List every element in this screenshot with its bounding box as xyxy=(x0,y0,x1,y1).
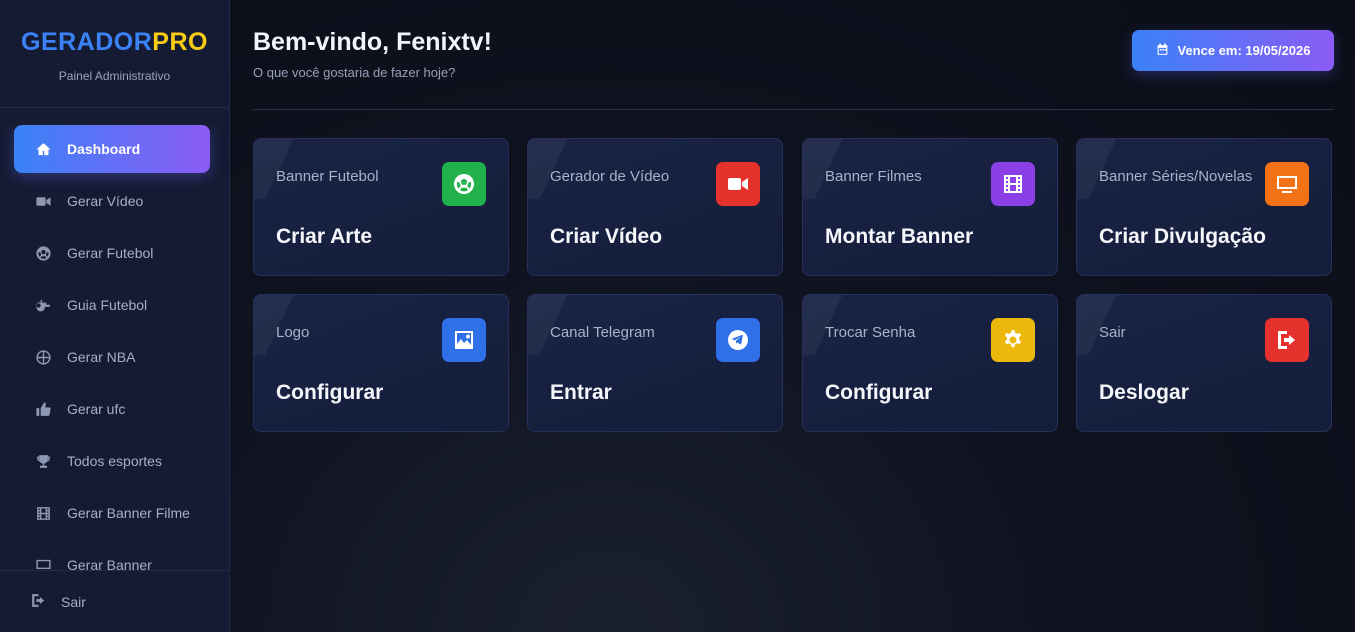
card-action: Configurar xyxy=(276,381,384,404)
video-camera-icon xyxy=(34,192,52,210)
home-icon xyxy=(34,140,52,158)
whistle-icon xyxy=(34,296,52,314)
main-content: Bem-vindo, Fenixtv! O que você gostaria … xyxy=(253,0,1334,432)
sidebar-logout-button[interactable]: Sair xyxy=(0,570,229,632)
card-gerador-de-v-deo[interactable]: Gerador de Vídeo Criar Vídeo xyxy=(527,138,783,276)
card-action: Criar Divulgação xyxy=(1099,225,1266,248)
card-banner-s-ries-novelas[interactable]: Banner Séries/Novelas Criar Divulgação xyxy=(1076,138,1332,276)
gear-icon xyxy=(991,318,1035,362)
card-action: Entrar xyxy=(550,381,612,404)
brand-logo-part1: GERADOR xyxy=(21,28,153,56)
sidebar-item-label: Dashboard xyxy=(67,141,141,157)
page-subtitle: O que você gostaria de fazer hoje? xyxy=(253,65,456,80)
sidebar-item-label: Gerar Futebol xyxy=(67,245,154,261)
brand-logo-part2: PRO xyxy=(152,28,208,56)
basketball-icon xyxy=(34,348,52,366)
thumbs-up-icon xyxy=(34,400,52,418)
card-action: Criar Arte xyxy=(276,225,373,248)
tv-icon xyxy=(34,556,52,570)
card-action: Configurar xyxy=(825,381,933,404)
image-icon xyxy=(442,318,486,362)
card-action: Criar Vídeo xyxy=(550,225,663,248)
card-trocar-senha[interactable]: Trocar Senha Configurar xyxy=(802,294,1058,432)
card-label: Trocar Senha xyxy=(825,324,916,341)
trophy-icon xyxy=(34,452,52,470)
sidebar-item-gerar-ufc[interactable]: Gerar ufc xyxy=(14,385,210,433)
card-label: Sair xyxy=(1099,324,1126,341)
sidebar-item-label: Gerar Banner xyxy=(67,557,152,570)
video-camera-icon xyxy=(716,162,760,206)
card-label: Logo xyxy=(276,324,310,341)
sidebar-item-label: Gerar ufc xyxy=(67,401,126,417)
sidebar: GERADORPRO Painel Administrativo Dashboa… xyxy=(0,0,230,632)
telegram-icon xyxy=(716,318,760,362)
sidebar-item-label: Gerar Banner Filme xyxy=(67,505,190,521)
card-label: Canal Telegram xyxy=(550,324,655,341)
logout-icon xyxy=(30,592,61,612)
sidebar-item-label: Gerar Vídeo xyxy=(67,193,144,209)
brand-logo[interactable]: GERADORPRO xyxy=(0,28,229,57)
expiry-label: Vence em: 19/05/2026 xyxy=(1177,43,1311,58)
sidebar-item-todos-esportes[interactable]: Todos esportes xyxy=(14,437,210,485)
sidebar-item-label: Gerar NBA xyxy=(67,349,136,365)
card-banner-futebol[interactable]: Banner Futebol Criar Arte xyxy=(253,138,509,276)
card-logo[interactable]: Logo Configurar xyxy=(253,294,509,432)
card-sair[interactable]: Sair Deslogar xyxy=(1076,294,1332,432)
page-header: Bem-vindo, Fenixtv! O que você gostaria … xyxy=(253,0,1334,110)
calendar-icon xyxy=(1156,43,1178,59)
card-banner-filmes[interactable]: Banner Filmes Montar Banner xyxy=(802,138,1058,276)
sidebar-item-gerar-nba[interactable]: Gerar NBA xyxy=(14,333,210,381)
film-icon xyxy=(991,162,1035,206)
sidebar-item-label: Guia Futebol xyxy=(67,297,148,313)
logout-icon xyxy=(1265,318,1309,362)
sidebar-item-guia-futebol[interactable]: Guia Futebol xyxy=(14,281,210,329)
tv-icon xyxy=(1265,162,1309,206)
card-label: Banner Futebol xyxy=(276,168,379,185)
sidebar-item-label: Todos esportes xyxy=(67,453,162,469)
card-label: Banner Séries/Novelas xyxy=(1099,168,1253,185)
sidebar-item-gerar-banner[interactable]: Gerar Banner xyxy=(14,541,210,570)
page-title: Bem-vindo, Fenixtv! xyxy=(253,28,492,56)
sidebar-item-gerar-futebol[interactable]: Gerar Futebol xyxy=(14,229,210,277)
sidebar-item-gerar-v-deo[interactable]: Gerar Vídeo xyxy=(14,177,210,225)
film-icon xyxy=(34,504,52,522)
expiry-badge[interactable]: Vence em: 19/05/2026 xyxy=(1132,30,1334,71)
card-canal-telegram[interactable]: Canal Telegram Entrar xyxy=(527,294,783,432)
card-label: Gerador de Vídeo xyxy=(550,168,670,185)
sidebar-logout-label: Sair xyxy=(61,593,86,610)
brand-subtitle: Painel Administrativo xyxy=(58,69,171,83)
brand: GERADORPRO Painel Administrativo xyxy=(0,0,229,108)
card-action: Deslogar xyxy=(1099,381,1189,404)
sidebar-item-gerar-banner-filme[interactable]: Gerar Banner Filme xyxy=(14,489,210,537)
sidebar-item-dashboard[interactable]: Dashboard xyxy=(14,125,210,173)
soccer-ball-icon xyxy=(442,162,486,206)
soccer-ball-icon xyxy=(34,244,52,262)
sidebar-nav: Dashboard Gerar Vídeo Gerar Futebol Guia Fu… xyxy=(0,125,229,570)
card-action: Montar Banner xyxy=(825,225,974,248)
card-label: Banner Filmes xyxy=(825,168,922,185)
